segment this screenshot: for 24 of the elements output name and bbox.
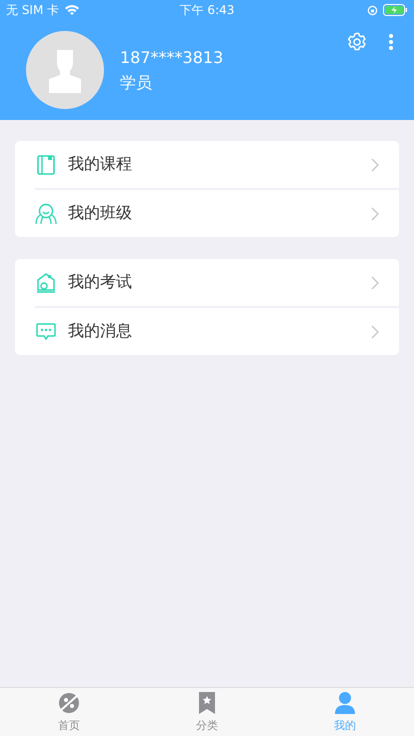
person-icon [334,691,356,715]
book-icon [35,154,57,174]
battery-icon [383,4,408,16]
wifi-icon [64,4,80,16]
chevron-icon [371,324,379,338]
chat-icon [35,322,57,340]
settings-icon[interactable] [346,31,368,53]
clock-time: 下午 6:43 [180,2,234,18]
carrier-text: 无 SIM 卡 [6,2,60,18]
menu-item[interactable]: 我的考试 [15,259,399,306]
menu-item[interactable]: 我的班级 [35,188,399,237]
people-icon [35,202,57,224]
menu-item[interactable]: 我的课程 [15,141,399,188]
user-role: 学员 [120,73,153,94]
bookmark-star-icon [198,691,216,715]
chevron-icon [371,206,379,220]
more-icon[interactable] [388,33,394,51]
house-icon [35,272,57,294]
chevron-icon [371,158,379,172]
menu-item[interactable]: 我的消息 [35,306,399,355]
avatar-silhouette-icon[interactable] [26,31,104,109]
phone-number: 187****3813 [120,48,224,67]
chevron-icon [371,276,379,290]
orientation-lock-icon [367,4,378,16]
